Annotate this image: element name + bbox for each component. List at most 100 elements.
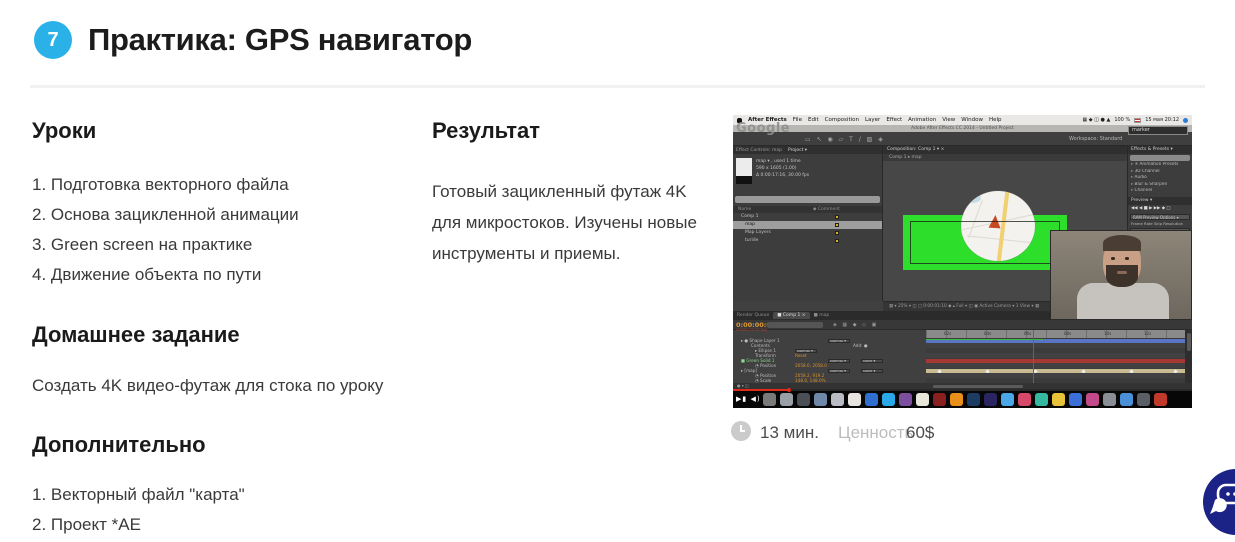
column-name: Name [738, 206, 751, 213]
dock-app-icon [1086, 393, 1099, 406]
dock-app-icon [984, 393, 997, 406]
map-layer-bar [926, 369, 1185, 373]
project-row: turide [733, 237, 882, 245]
clock-icon [731, 421, 751, 441]
green-solid-bar [926, 359, 1185, 363]
dock-app-icon [1001, 393, 1014, 406]
lesson-video-screenshot[interactable]: After Effects File Edit Composition Laye… [733, 115, 1192, 408]
label-color-chip [835, 215, 839, 219]
effects-search-input: marker [1128, 126, 1188, 135]
ruler-label: 02s [944, 331, 951, 336]
menu-item: Layer [865, 117, 880, 123]
presenter-eye [1125, 257, 1129, 260]
video-progress-bar [733, 389, 789, 391]
dock-app-icon [899, 393, 912, 406]
dock-app-icon [933, 393, 946, 406]
lesson-number-badge: 7 [34, 21, 72, 59]
dock-app-icon [967, 393, 980, 406]
tab-project: Project ▾ [788, 148, 807, 153]
dock [733, 391, 1192, 408]
timeline-search-field [767, 322, 823, 328]
menubar-status-icons: ▦ ◆ ◫ ● ▲ [1082, 117, 1110, 123]
keyboard-flag-icon [1134, 118, 1141, 123]
effects-panel-search [1130, 155, 1190, 161]
dock-app-icon [1018, 393, 1031, 406]
label-color-chip [835, 223, 839, 227]
page-title: Практика: GPS навигатор [88, 22, 472, 58]
webcam-overlay [1050, 230, 1192, 320]
project-search-field [735, 196, 880, 203]
chat-icon [1209, 483, 1235, 517]
dock-app-icon [1103, 393, 1116, 406]
list-item: 3. Green screen на практике [32, 230, 299, 260]
dock-app-icon [831, 393, 844, 406]
ae-toolbar: ▭ ↖ ◉ ▱ T / ▨ ◈ Workspace: Standard [733, 132, 1192, 146]
dock-app-icon [865, 393, 878, 406]
label-color-chip [835, 231, 839, 235]
timeline-toolbar: 0:00:00:00 00000 (25.00 fps) ◈ ▦ ◆ ◇ ▣ [733, 320, 1192, 330]
column-comment: ◆ Comment [813, 206, 840, 213]
work-area-bar [926, 339, 1043, 341]
chat-widget-button[interactable] [1203, 469, 1235, 535]
dock-app-icon [814, 393, 827, 406]
player-controls: ▶▮ ◀) [736, 395, 761, 403]
video-progress-handle [787, 388, 791, 392]
homework-text: Создать 4K видео-футаж для стока по урок… [32, 370, 452, 401]
presenter-body [1077, 283, 1169, 320]
section-divider [30, 85, 1205, 88]
effects-category: Channel [1128, 188, 1192, 195]
timeline-toolbar-icons: ◈ ▦ ◆ ◇ ▣ [833, 322, 878, 328]
ruler-label: 04s [984, 331, 991, 336]
list-item: 2. Основа зацикленной анимации [32, 200, 299, 230]
dock-app-icon [1052, 393, 1065, 406]
toolbar-tool-icons: ▭ ↖ ◉ ▱ T / ▨ ◈ [805, 136, 885, 143]
lessons-heading: Уроки [32, 118, 96, 144]
dock-app-icon [780, 393, 793, 406]
ruler-label: 12s [1144, 331, 1151, 336]
dock-app-icon [1120, 393, 1133, 406]
preview-panel-title: Preview ▾ [1128, 197, 1192, 205]
menu-item: File [793, 117, 802, 123]
project-row: Comp 1 [733, 213, 882, 221]
project-panel: Effect Controls: map Project ▾ map ▾ , u… [733, 146, 883, 301]
menu-item: Composition [825, 117, 859, 123]
effects-panel-title: Effects & Presets ▾ [1128, 146, 1192, 154]
dock-app-icon [916, 393, 929, 406]
menubar-clock: 15 мая 20:12 [1145, 117, 1179, 123]
menu-item: View [942, 117, 955, 123]
footage-info: map ▾ , used 1 time 590 x 1605 (1.00) Δ … [756, 158, 809, 179]
preview-settings-labels: Frame Rate Skip Resolution [1128, 221, 1192, 227]
menu-item: Effect [886, 117, 902, 123]
menu-item: Edit [808, 117, 819, 123]
tab-comp1: ■ Comp 1 × [773, 312, 809, 319]
presenter-eye [1111, 257, 1115, 260]
timeline-ruler: 02s 04s 06s 08s 10s 12s [926, 330, 1185, 338]
dock-app-icon [1069, 393, 1082, 406]
dock-app-icon [1154, 393, 1167, 406]
shape-layer-bar [926, 339, 1185, 343]
preview-options-dropdown: RAM Preview Options ▾ [1130, 214, 1190, 220]
extra-list: 1. Векторный файл "карта" 2. Проект *AE [32, 480, 245, 540]
dock-app-icon [797, 393, 810, 406]
composition-tab: Composition: Comp 1 ▾ × [883, 146, 1127, 154]
presenter-mouth [1117, 271, 1127, 274]
label-color-chip [835, 239, 839, 243]
preview-transport-icons: ◀◀ ◀ ■ ▶ ▶▶ ◆ □ [1128, 205, 1192, 213]
ruler-label: 08s [1064, 331, 1071, 336]
dock-app-icon [848, 393, 861, 406]
ruler-label: 10s [1104, 331, 1111, 336]
tab-effect-controls: Effect Controls: map [736, 148, 782, 153]
list-item: 1. Векторный файл "карта" [32, 480, 245, 510]
siri-icon [1183, 118, 1188, 123]
footage-thumbnail [736, 158, 752, 184]
menu-item: Window [961, 117, 983, 123]
layer-selection-outline [910, 221, 1060, 264]
current-time-indicator [1033, 330, 1034, 383]
tab-render-queue: Render Queue [737, 313, 769, 318]
lessons-list: 1. Подготовка векторного файла 2. Основа… [32, 170, 299, 290]
timeline-horizontal-scrollbar [933, 385, 1023, 388]
dock-app-icon [763, 393, 776, 406]
homework-heading: Домашнее задание [32, 322, 240, 348]
result-text: Готовый зацикленный футаж 4K для микрост… [432, 176, 704, 269]
composition-breadcrumb: Comp 1 ▸ map [883, 154, 1127, 161]
